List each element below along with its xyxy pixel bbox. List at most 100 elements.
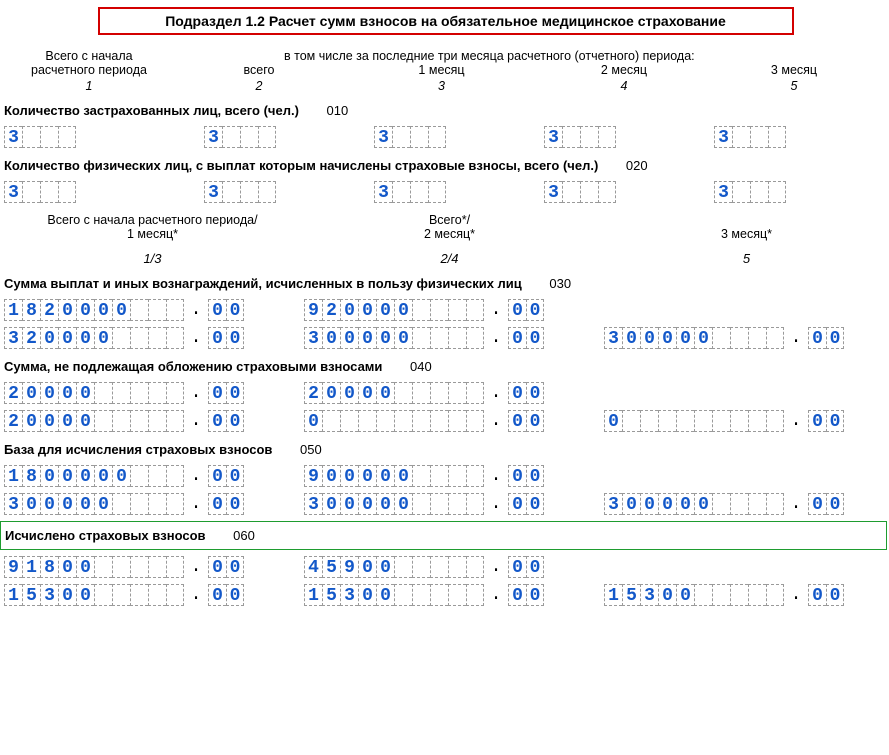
- cell[interactable]: [640, 410, 658, 432]
- cell[interactable]: 0: [340, 327, 358, 349]
- cell[interactable]: 3: [40, 584, 58, 606]
- cell[interactable]: 0: [76, 465, 94, 487]
- cell[interactable]: [166, 382, 184, 404]
- cell[interactable]: 0: [694, 327, 712, 349]
- cell[interactable]: 3: [4, 126, 22, 148]
- cells-050-r2-b-dec[interactable]: 00: [508, 493, 544, 515]
- cell[interactable]: 0: [508, 493, 526, 515]
- cells-060-r1-a-dec[interactable]: 00: [208, 556, 244, 578]
- cell[interactable]: 0: [340, 465, 358, 487]
- cell[interactable]: 0: [208, 556, 226, 578]
- cell[interactable]: 0: [640, 327, 658, 349]
- cells-060-r1-b-dec[interactable]: 00: [508, 556, 544, 578]
- cell[interactable]: 9: [304, 299, 322, 321]
- cell[interactable]: [598, 181, 616, 203]
- cell[interactable]: 3: [4, 181, 22, 203]
- cell[interactable]: 9: [340, 556, 358, 578]
- cell[interactable]: [40, 126, 58, 148]
- cell[interactable]: 0: [526, 465, 544, 487]
- cell[interactable]: 3: [544, 126, 562, 148]
- cell[interactable]: 0: [808, 327, 826, 349]
- cell[interactable]: 0: [808, 584, 826, 606]
- cell[interactable]: [430, 584, 448, 606]
- cell[interactable]: [240, 126, 258, 148]
- cell[interactable]: [430, 410, 448, 432]
- cell[interactable]: [148, 410, 166, 432]
- cells-030-r2-b-dec[interactable]: 00: [508, 327, 544, 349]
- cell[interactable]: [730, 410, 748, 432]
- cell[interactable]: 0: [676, 493, 694, 515]
- cell[interactable]: 3: [304, 327, 322, 349]
- cell[interactable]: [130, 556, 148, 578]
- cell[interactable]: [430, 493, 448, 515]
- cell[interactable]: 0: [94, 465, 112, 487]
- cells-030-r2-a-int[interactable]: 320000: [4, 327, 184, 349]
- cell[interactable]: 0: [40, 410, 58, 432]
- cell[interactable]: [448, 493, 466, 515]
- cell[interactable]: [430, 382, 448, 404]
- cell[interactable]: 0: [376, 299, 394, 321]
- cell[interactable]: 0: [826, 410, 844, 432]
- cell[interactable]: [448, 465, 466, 487]
- cells-030-r2-c-int[interactable]: 300000: [604, 327, 784, 349]
- cell[interactable]: [768, 126, 786, 148]
- cell[interactable]: [112, 556, 130, 578]
- cell[interactable]: 0: [508, 584, 526, 606]
- cell[interactable]: [148, 382, 166, 404]
- cell[interactable]: [428, 126, 446, 148]
- cell[interactable]: [322, 410, 340, 432]
- cell[interactable]: 0: [226, 327, 244, 349]
- cell[interactable]: [622, 410, 640, 432]
- cell[interactable]: [448, 556, 466, 578]
- cell[interactable]: [730, 327, 748, 349]
- cell[interactable]: 9: [4, 556, 22, 578]
- cell[interactable]: 0: [22, 382, 40, 404]
- cells-040-r2-c-int[interactable]: 0: [604, 410, 784, 432]
- cell[interactable]: [712, 584, 730, 606]
- cell[interactable]: [448, 584, 466, 606]
- cell[interactable]: 1: [604, 584, 622, 606]
- cell[interactable]: [410, 126, 428, 148]
- cell[interactable]: 0: [526, 382, 544, 404]
- cell[interactable]: 0: [376, 493, 394, 515]
- cell[interactable]: [394, 584, 412, 606]
- cells-030-r1-b-int[interactable]: 920000: [304, 299, 484, 321]
- cell[interactable]: 0: [40, 465, 58, 487]
- cell[interactable]: [166, 327, 184, 349]
- cells-050-r1-b-dec[interactable]: 00: [508, 465, 544, 487]
- cells-050-r1-b-int[interactable]: 900000: [304, 465, 484, 487]
- cell[interactable]: 0: [208, 299, 226, 321]
- cell[interactable]: 0: [508, 382, 526, 404]
- cells-040-r2-c-dec[interactable]: 00: [808, 410, 844, 432]
- cell[interactable]: [240, 181, 258, 203]
- cell[interactable]: [694, 410, 712, 432]
- cell[interactable]: 0: [394, 465, 412, 487]
- cells-040-r2-b-int[interactable]: 0: [304, 410, 484, 432]
- cell[interactable]: [112, 382, 130, 404]
- cells-010-5[interactable]: 3: [714, 126, 786, 148]
- cell[interactable]: 0: [658, 493, 676, 515]
- cell[interactable]: [466, 299, 484, 321]
- cell[interactable]: [748, 493, 766, 515]
- cell[interactable]: 0: [76, 410, 94, 432]
- cell[interactable]: 0: [226, 493, 244, 515]
- cells-050-r1-a-int[interactable]: 1800000: [4, 465, 184, 487]
- cell[interactable]: 1: [4, 465, 22, 487]
- cell[interactable]: 0: [826, 584, 844, 606]
- cell[interactable]: [430, 299, 448, 321]
- cell[interactable]: [166, 465, 184, 487]
- cell[interactable]: 0: [226, 465, 244, 487]
- cell[interactable]: 0: [826, 327, 844, 349]
- cell[interactable]: [58, 181, 76, 203]
- cell[interactable]: 0: [304, 410, 322, 432]
- cell[interactable]: [466, 584, 484, 606]
- cell[interactable]: 5: [622, 584, 640, 606]
- cell[interactable]: 0: [226, 410, 244, 432]
- cell[interactable]: [730, 584, 748, 606]
- cells-060-r2-b-dec[interactable]: 00: [508, 584, 544, 606]
- cell[interactable]: [466, 465, 484, 487]
- cell[interactable]: [94, 556, 112, 578]
- cell[interactable]: 0: [58, 382, 76, 404]
- cell[interactable]: [466, 556, 484, 578]
- cell[interactable]: [94, 382, 112, 404]
